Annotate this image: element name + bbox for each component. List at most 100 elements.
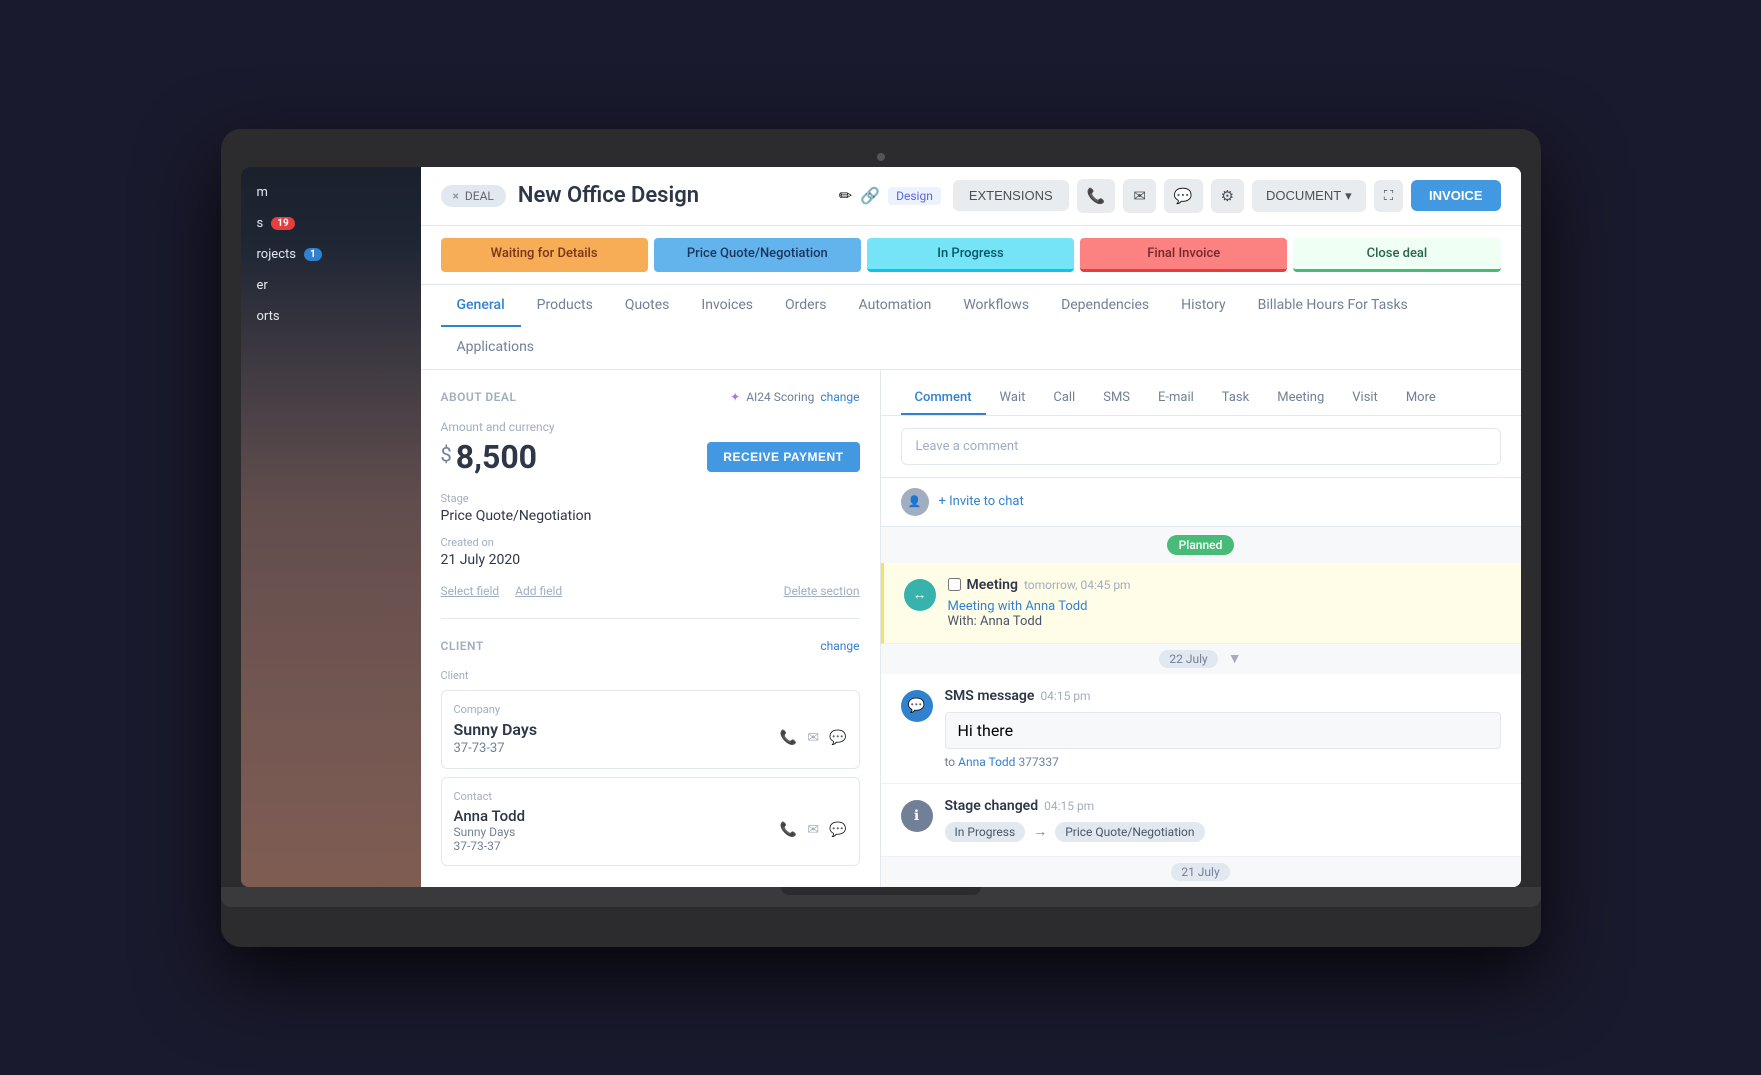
tab-dependencies[interactable]: Dependencies (1045, 285, 1165, 327)
activity-tab-more[interactable]: More (1392, 382, 1450, 415)
client-change-link[interactable]: change (820, 639, 859, 653)
edit-icon[interactable]: ✏ (839, 186, 852, 205)
company-name: Sunny Days (454, 720, 538, 739)
tab-quotes[interactable]: Quotes (609, 285, 686, 327)
meeting-time: tomorrow, 04:45 pm (1024, 578, 1131, 592)
sidebar-label: orts (257, 309, 280, 324)
document-label: DOCUMENT (1266, 188, 1341, 203)
activity-tab-visit[interactable]: Visit (1338, 382, 1392, 415)
stage-price-quote[interactable]: Price Quote/Negotiation (654, 238, 861, 272)
activity-tabs: Comment Wait Call SMS E-mail Task Meetin… (881, 370, 1521, 416)
sidebar-item-orts[interactable]: orts (241, 301, 421, 332)
date-label-22-july: 22 July (1159, 650, 1217, 668)
company-phone-icon[interactable]: 📞 (780, 730, 797, 746)
close-x-icon[interactable]: × (453, 189, 459, 203)
meeting-checkbox[interactable] (948, 578, 961, 591)
receive-payment-button[interactable]: RECEIVE PAYMENT (707, 442, 859, 472)
document-button[interactable]: DOCUMENT ▾ (1252, 180, 1366, 212)
stage-final-invoice[interactable]: Final Invoice (1080, 238, 1287, 272)
tab-general[interactable]: General (441, 285, 521, 327)
company-label: Company (454, 703, 847, 716)
sms-title: SMS message (945, 688, 1035, 704)
delete-section-link[interactable]: Delete section (784, 584, 860, 598)
phone-button[interactable]: 📞 (1077, 179, 1116, 213)
select-field-link[interactable]: Select field (441, 584, 500, 598)
design-tag[interactable]: Design (888, 187, 941, 205)
tab-invoices[interactable]: Invoices (685, 285, 769, 327)
activity-tab-task[interactable]: Task (1208, 382, 1263, 415)
comment-input[interactable]: Leave a comment (901, 428, 1501, 465)
ai-scoring: ✦ AI24 Scoring change (730, 390, 859, 404)
meeting-link[interactable]: Meeting with Anna Todd (948, 599, 1501, 614)
amount-label: Amount and currency (441, 420, 860, 434)
add-field-link[interactable]: Add field (515, 584, 562, 598)
contact-email-icon[interactable]: ✉ (807, 822, 819, 838)
contact-phone-icon[interactable]: 📞 (780, 822, 797, 838)
contact-name: Anna Todd (454, 807, 526, 825)
tab-automation[interactable]: Automation (843, 285, 948, 327)
left-panel: ABOUT DEAL ✦ AI24 Scoring change Amount … (421, 370, 881, 887)
contact-chat-icon[interactable]: 💬 (829, 822, 846, 838)
activity-tab-wait[interactable]: Wait (986, 382, 1040, 415)
meeting-content: Meeting tomorrow, 04:45 pm Meeting with … (948, 577, 1501, 629)
expand-button[interactable]: ⛶ (1374, 180, 1403, 212)
sidebar-item-er[interactable]: er (241, 270, 421, 301)
email-button[interactable]: ✉ (1123, 179, 1156, 213)
stage-change-title: Stage changed (945, 798, 1039, 814)
company-chat-icon[interactable]: 💬 (829, 730, 846, 746)
sidebar-label: er (257, 278, 268, 293)
sms-avatar: 💬 (901, 690, 933, 722)
filter-icon[interactable]: ▼ (1228, 650, 1242, 667)
currency-symbol: $ (441, 442, 452, 466)
ai-change-link[interactable]: change (820, 390, 859, 404)
tab-orders[interactable]: Orders (769, 285, 843, 327)
stage-in-progress[interactable]: In Progress (867, 238, 1074, 272)
deal-tag[interactable]: × DEAL (441, 185, 506, 207)
stage-waiting[interactable]: Waiting for Details (441, 238, 648, 272)
sms-to-name[interactable]: Anna Todd (958, 755, 1015, 769)
settings-button[interactable]: ⚙ (1211, 179, 1244, 213)
extensions-button[interactable]: EXTENSIONS (953, 180, 1069, 211)
sidebar-item-s[interactable]: s 19 (241, 208, 421, 239)
sidebar-label: m (257, 185, 268, 200)
tab-applications[interactable]: Applications (441, 327, 551, 369)
sidebar-badge: 19 (271, 217, 294, 230)
meeting-with: With: Anna Todd (948, 614, 1501, 629)
tab-products[interactable]: Products (521, 285, 609, 327)
activity-tab-sms[interactable]: SMS (1089, 382, 1144, 415)
stage-arrow: In Progress → Price Quote/Negotiation (945, 822, 1501, 842)
tab-billable-hours[interactable]: Billable Hours For Tasks (1242, 285, 1424, 327)
chat-button[interactable]: 💬 (1164, 179, 1203, 213)
stage-change-time: 04:15 pm (1044, 799, 1094, 813)
tabs-bar: General Products Quotes Invoices Orders … (421, 285, 1521, 370)
date-separator-21-july: 21 July (881, 857, 1521, 887)
sms-to: to Anna Todd 377337 (945, 755, 1501, 769)
section-divider (441, 618, 860, 619)
planned-badge: Planned (1167, 535, 1235, 555)
company-icons: 📞 ✉ 💬 (780, 730, 847, 746)
stage-close-deal[interactable]: Close deal (1293, 238, 1500, 272)
top-bar: × DEAL New Office Design ✏ 🔗 Design EXTE… (421, 167, 1521, 226)
stage-value: Price Quote/Negotiation (441, 508, 860, 524)
field-actions: Select field Add field Delete section (441, 584, 860, 598)
sms-feed-item: 💬 SMS message 04:15 pm Hi there to (881, 674, 1521, 784)
activity-tab-meeting[interactable]: Meeting (1263, 382, 1338, 415)
company-email-icon[interactable]: ✉ (807, 730, 819, 746)
tab-workflows[interactable]: Workflows (947, 285, 1045, 327)
sidebar-item-m[interactable]: m (241, 177, 421, 208)
invoice-button[interactable]: INVOICE (1411, 180, 1500, 211)
tab-history[interactable]: History (1165, 285, 1242, 327)
sidebar: m s 19 rojects 1 er orts (241, 167, 421, 887)
sidebar-item-projects[interactable]: rojects 1 (241, 239, 421, 270)
activity-tab-call[interactable]: Call (1039, 382, 1089, 415)
invite-to-chat[interactable]: + Invite to chat (939, 494, 1024, 509)
stage-change-avatar: ℹ (901, 800, 933, 832)
activity-tab-email[interactable]: E-mail (1144, 382, 1208, 415)
sms-to-phone: 377337 (1018, 755, 1058, 769)
activity-tab-comment[interactable]: Comment (901, 382, 986, 415)
date-separator-22-july: 22 July ▼ (881, 644, 1521, 674)
about-deal-title: ABOUT DEAL (441, 390, 517, 404)
sms-body: Hi there (958, 721, 1014, 740)
to-stage-pill: Price Quote/Negotiation (1055, 822, 1204, 842)
company-phone: 37-73-37 (454, 741, 538, 756)
